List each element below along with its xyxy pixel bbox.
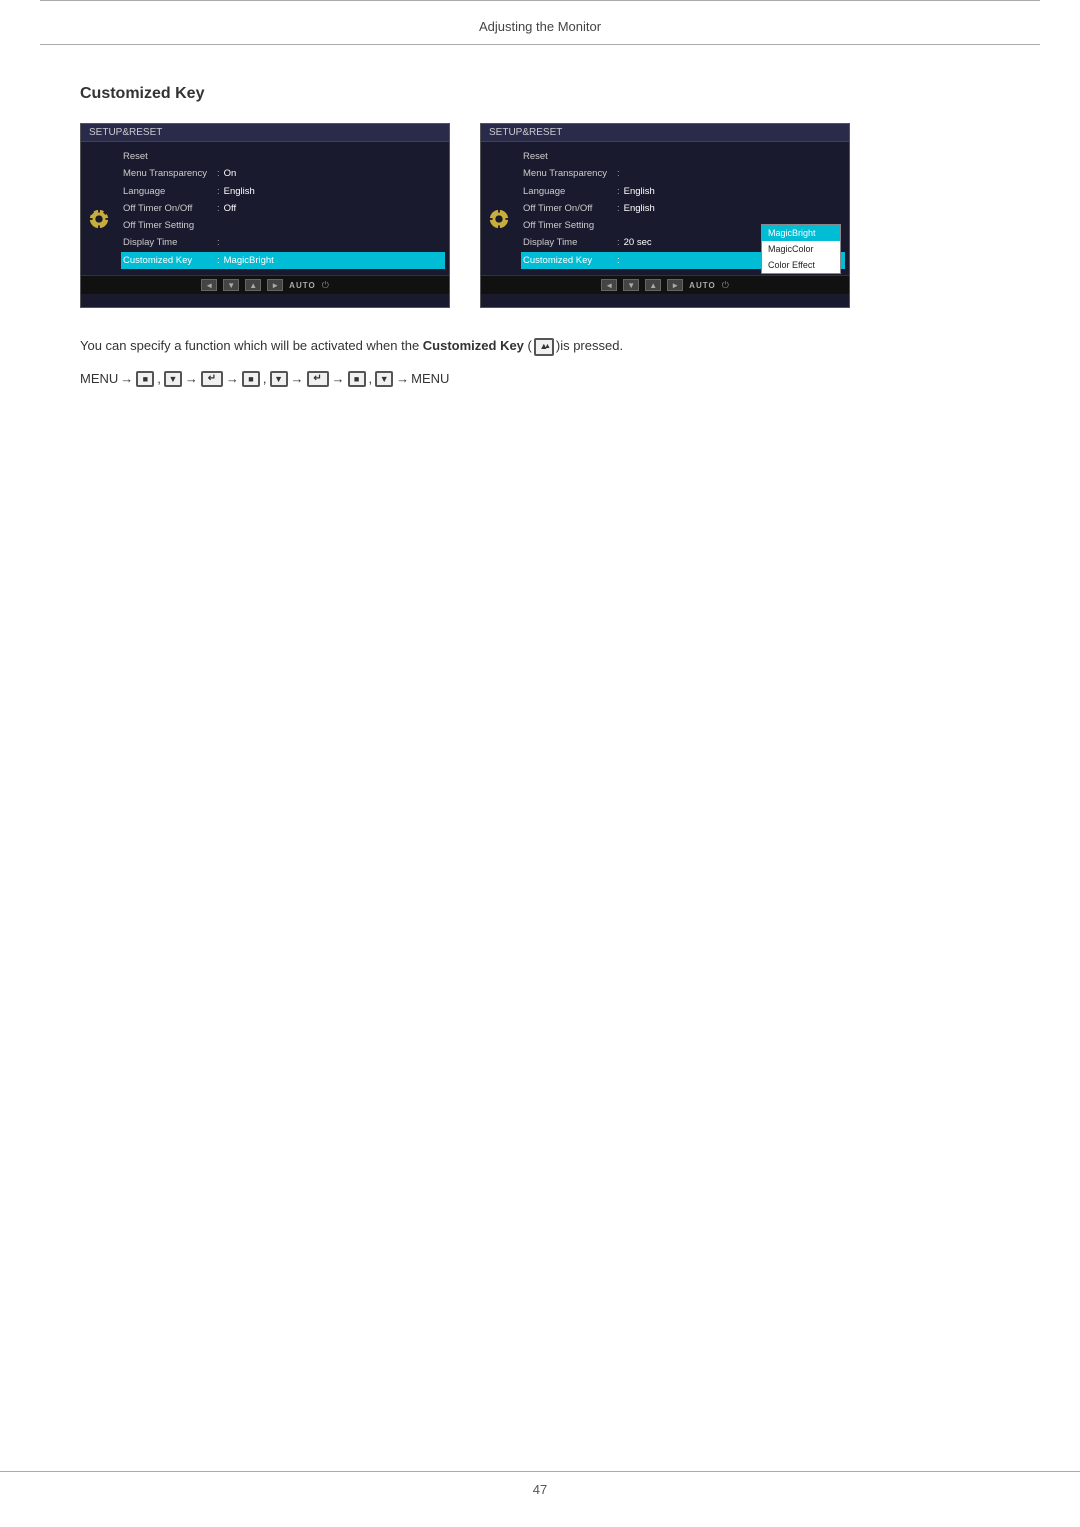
nav-arrow-4: → bbox=[291, 371, 304, 386]
osd-icon-col-left bbox=[81, 146, 117, 271]
desc-before: You can specify a function which will be… bbox=[80, 338, 423, 353]
monitor-right: SETUP&RESET Res bbox=[480, 123, 850, 308]
btn-auto-left: AUTO bbox=[289, 281, 316, 290]
menu-item-offtimer-left: Off Timer On/Off : Off bbox=[121, 200, 445, 217]
menu-item-transparency-left: Menu Transparency : On bbox=[121, 165, 445, 182]
osd-title-right: SETUP&RESET bbox=[481, 124, 849, 142]
btn-back-right: ◄ bbox=[601, 279, 617, 291]
osd-bottom-left: ◄ ▼ ▲ ► AUTO ⏻ bbox=[81, 275, 449, 294]
menu-item-customkey-left: Customized Key : MagicBright bbox=[121, 252, 445, 269]
customized-key-icon: ▲ bbox=[534, 338, 554, 356]
menu-item-language-right: Language : English bbox=[521, 183, 845, 200]
header-title: Adjusting the Monitor bbox=[479, 19, 601, 34]
nav-comma-3: , bbox=[369, 371, 373, 386]
nav-row: MENU → ■ , ▼ → ↵ → ■ , ▼ → ↵ → ■ , ▼ → M… bbox=[80, 371, 1000, 387]
footer-page-number: 47 bbox=[533, 1482, 547, 1497]
nav-menu-prefix: MENU bbox=[80, 371, 118, 386]
menu-item-displaytime-left: Display Time : bbox=[121, 234, 445, 251]
nav-btn-2: ■ bbox=[242, 371, 260, 387]
content-area: Customized Key SETUP&RESET bbox=[0, 45, 1080, 427]
btn-back-left: ◄ bbox=[201, 279, 217, 291]
osd-left: SETUP&RESET bbox=[81, 124, 449, 307]
page-header: Adjusting the Monitor bbox=[40, 1, 1040, 45]
menu-item-transparency-right: Menu Transparency : bbox=[521, 165, 845, 182]
page-footer: 47 bbox=[0, 1471, 1080, 1497]
nav-arrow-5: → bbox=[332, 371, 345, 386]
nav-btn-down-1: ▼ bbox=[164, 371, 182, 387]
osd-title-left: SETUP&RESET bbox=[81, 124, 449, 142]
osd-bottom-right: ◄ ▼ ▲ ► AUTO ⏻ bbox=[481, 275, 849, 294]
nav-menu-suffix: MENU bbox=[411, 371, 449, 386]
btn-power-right: ⏻ bbox=[722, 280, 729, 291]
gear-icon-right bbox=[488, 208, 510, 230]
nav-arrow-6: → bbox=[396, 371, 409, 386]
nav-btn-down-2: ▼ bbox=[270, 371, 288, 387]
nav-comma-1: , bbox=[157, 371, 161, 386]
nav-btn-1: ■ bbox=[136, 371, 154, 387]
nav-comma-2: , bbox=[263, 371, 267, 386]
btn-power-left: ⏻ bbox=[322, 280, 329, 291]
osd-dropdown-right: MagicBright MagicColor Color Effect bbox=[761, 224, 841, 274]
nav-btn-down-3: ▼ bbox=[375, 371, 393, 387]
btn-up-left: ▲ bbox=[245, 279, 261, 291]
section-title: Customized Key bbox=[80, 85, 1000, 103]
btn-auto-right: AUTO bbox=[689, 281, 716, 290]
nav-arrow-1: → bbox=[120, 371, 133, 386]
menu-item-offtimer-right: Off Timer On/Off : English bbox=[521, 200, 845, 217]
desc-keyname: Customized Key bbox=[423, 338, 524, 353]
dropdown-item-coloreffect: Color Effect bbox=[762, 257, 840, 273]
menu-item-language-left: Language : English bbox=[121, 183, 445, 200]
menu-item-reset-right: Reset bbox=[521, 148, 845, 165]
nav-arrow-3: → bbox=[226, 371, 239, 386]
monitor-left: SETUP&RESET bbox=[80, 123, 450, 308]
btn-down-left: ▼ bbox=[223, 279, 239, 291]
menu-item-offsetting-left: Off Timer Setting bbox=[121, 217, 445, 234]
btn-forward-right: ► bbox=[667, 279, 683, 291]
nav-btn-3: ■ bbox=[348, 371, 366, 387]
nav-arrow-2: → bbox=[185, 371, 198, 386]
osd-body-left: Reset Menu Transparency : On Language : … bbox=[81, 142, 449, 275]
dropdown-item-magicbright: MagicBright bbox=[762, 225, 840, 241]
btn-forward-left: ► bbox=[267, 279, 283, 291]
desc-after: )is pressed. bbox=[556, 338, 623, 353]
btn-up-right: ▲ bbox=[645, 279, 661, 291]
btn-down-right: ▼ bbox=[623, 279, 639, 291]
nav-enter-1: ↵ bbox=[201, 371, 223, 387]
monitors-row: SETUP&RESET bbox=[80, 123, 1000, 308]
dropdown-item-magiccolor: MagicColor bbox=[762, 241, 840, 257]
osd-icon-col-right bbox=[481, 146, 517, 271]
nav-enter-2: ↵ bbox=[307, 371, 329, 387]
gear-icon-left bbox=[88, 208, 110, 230]
osd-menu-col-left: Reset Menu Transparency : On Language : … bbox=[117, 146, 449, 271]
description-text: You can specify a function which will be… bbox=[80, 336, 1000, 357]
menu-item-reset-left: Reset bbox=[121, 148, 445, 165]
osd-right: SETUP&RESET Res bbox=[481, 124, 849, 307]
